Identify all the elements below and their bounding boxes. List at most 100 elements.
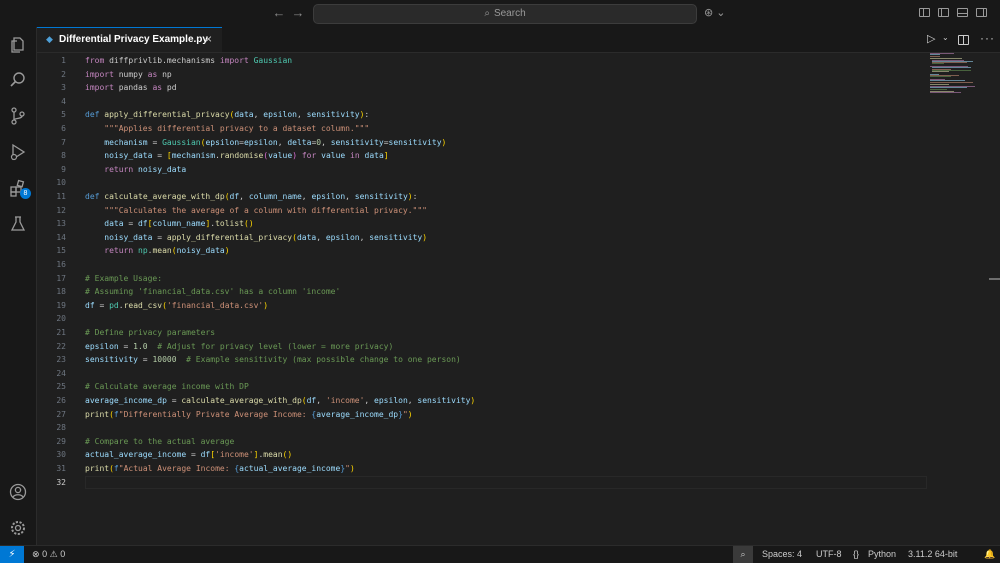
- line-number: 31: [56, 464, 66, 473]
- search-icon[interactable]: [8, 70, 28, 90]
- editor-tab-bar: ◆ Differential Privacy Example.py × ▷ ⌄ …: [37, 27, 1000, 53]
- command-center-search[interactable]: ⌕ Search: [313, 4, 697, 24]
- back-arrow-icon[interactable]: ←: [271, 5, 287, 21]
- line-number: 2: [61, 69, 66, 79]
- line-number: 19: [56, 300, 66, 310]
- code-line-13: data = df[column_name].tolist(): [104, 219, 254, 229]
- line-number: 8: [61, 151, 66, 161]
- toggle-sidebar-icon[interactable]: [938, 8, 949, 17]
- line-number: 28: [56, 423, 66, 433]
- extensions-badge: 8: [20, 188, 31, 199]
- python-file-icon: ◆: [46, 34, 53, 44]
- code-line-14: noisy_data = apply_differential_privacy(…: [104, 232, 428, 242]
- line-number: 18: [56, 287, 66, 297]
- code-line-7: mechanism = Gaussian(epsilon=epsilon, de…: [104, 137, 447, 147]
- code-line-9: return noisy_data: [104, 164, 187, 174]
- code-line-8: noisy_data = [mechanism.randomise(value)…: [104, 151, 389, 161]
- language-braces-icon[interactable]: {}: [853, 549, 859, 559]
- run-python-file-icon[interactable]: ▷: [927, 32, 935, 45]
- minimap-line: [930, 55, 941, 57]
- language-mode[interactable]: Python: [868, 549, 896, 559]
- title-bar: ← → ⌕ Search ⊛ ⌄: [0, 0, 1000, 28]
- tab-differential-privacy-example[interactable]: ◆ Differential Privacy Example.py ×: [37, 27, 222, 52]
- code-line-25: # Calculate average income with DP: [85, 382, 249, 392]
- toggle-secondary-sidebar-icon[interactable]: [976, 8, 987, 17]
- line-number: 12: [56, 205, 66, 215]
- current-line-highlight: [85, 475, 927, 490]
- warning-icon: ⚠: [49, 549, 58, 559]
- line-number: 10: [56, 178, 66, 188]
- code-line-30: actual_average_income = df['income'].mea…: [85, 450, 293, 460]
- code-line-26: average_income_dp = calculate_average_wi…: [85, 396, 476, 405]
- line-number: 26: [56, 396, 66, 405]
- encoding-setting[interactable]: UTF-8: [816, 549, 842, 559]
- line-number: 24: [56, 368, 66, 378]
- code-line-19: df = pd.read_csv('financial_data.csv'): [85, 300, 269, 310]
- line-number: 7: [61, 137, 66, 147]
- forward-arrow-icon[interactable]: →: [290, 5, 306, 21]
- accounts-icon[interactable]: [8, 482, 28, 502]
- line-number: 23: [56, 355, 66, 365]
- chevron-down-icon[interactable]: ⌄: [942, 33, 949, 42]
- activity-bar: 8: [0, 27, 37, 545]
- tab-label: Differential Privacy Example.py: [59, 34, 208, 45]
- minimap-line: [930, 92, 961, 93]
- minimap[interactable]: [930, 53, 990, 93]
- more-actions-icon[interactable]: ···: [980, 31, 995, 45]
- split-editor-icon[interactable]: [958, 35, 969, 45]
- remote-indicator-icon[interactable]: ⚡: [0, 546, 24, 563]
- vscode-window: ← → ⌕ Search ⊛ ⌄ 8 ◆ Differential Privac…: [0, 0, 1000, 563]
- line-number: 4: [61, 96, 66, 106]
- code-line-2: import numpy as np: [85, 69, 172, 79]
- zoom-search-icon[interactable]: ⌕: [733, 546, 753, 563]
- status-bar: ⚡ ⊗ 0 ⚠ 0 ⌕ Spaces: 4 UTF-8 {} Python 3.…: [0, 545, 1000, 563]
- line-number: 30: [56, 450, 66, 460]
- source-control-icon[interactable]: [8, 106, 28, 126]
- code-line-31: print(f"Actual Average Income: {actual_a…: [85, 464, 355, 473]
- code-line-5: def apply_differential_privacy(data, eps…: [85, 110, 370, 120]
- copilot-icon[interactable]: ⊛ ⌄: [704, 6, 726, 19]
- line-number: 29: [56, 436, 66, 446]
- search-icon: ⌕: [484, 8, 490, 19]
- code-line-21: # Define privacy parameters: [85, 328, 216, 337]
- search-placeholder: Search: [493, 8, 526, 19]
- line-number: 25: [56, 382, 66, 392]
- testing-flask-icon[interactable]: [8, 214, 28, 234]
- code-line-11: def calculate_average_with_dp(df, column…: [85, 192, 418, 201]
- line-number: 3: [61, 83, 66, 93]
- code-line-23: sensitivity = 10000 # Example sensitivit…: [85, 355, 461, 365]
- minimap-line: [930, 76, 951, 78]
- toggle-panel-icon[interactable]: [957, 8, 968, 17]
- minimap-line: [932, 71, 949, 73]
- error-count: 0: [42, 549, 48, 559]
- problems-indicator[interactable]: ⊗ 0 ⚠ 0: [32, 549, 65, 560]
- notifications-bell-icon[interactable]: 🔔: [984, 549, 995, 560]
- line-number: 17: [56, 273, 66, 283]
- explorer-icon[interactable]: [8, 35, 28, 55]
- code-line-18: # Assuming 'financial_data.csv' has a co…: [85, 287, 341, 297]
- code-line-3: import pandas as pd: [85, 83, 177, 93]
- settings-gear-icon[interactable]: [8, 518, 28, 538]
- close-icon[interactable]: ×: [205, 32, 212, 46]
- warning-count: 0: [60, 549, 66, 559]
- code-editor[interactable]: 1 2 3 4 5 6 7 8 9 10 11 12 13 14 15 16 17 18 19 20 21 22 23 24 2…: [37, 53, 1000, 545]
- code-line-17: # Example Usage:: [85, 273, 163, 283]
- line-number: 22: [56, 341, 66, 351]
- python-interpreter[interactable]: 3.11.2 64-bit: [908, 549, 957, 559]
- line-number: 5: [61, 110, 66, 120]
- code-line-6: """Applies differential privacy to a dat…: [104, 124, 370, 133]
- line-number: 9: [61, 164, 66, 174]
- indentation-setting[interactable]: Spaces: 4: [762, 549, 802, 559]
- line-number: 11: [56, 192, 66, 201]
- error-icon: ⊗: [32, 549, 40, 559]
- code-line-27: print(f"Differentially Private Average I…: [85, 409, 413, 419]
- toggle-primary-sidebar-icon[interactable]: [919, 8, 930, 17]
- line-number: 13: [56, 219, 66, 229]
- line-number: 1: [61, 56, 66, 65]
- line-number: 32: [56, 477, 66, 487]
- minimap-line: [930, 81, 973, 83]
- code-line-15: return np.mean(noisy_data): [104, 246, 230, 256]
- code-line-22: epsilon = 1.0 # Adjust for privacy level…: [85, 341, 394, 351]
- run-and-debug-icon[interactable]: [8, 142, 28, 162]
- minimap-line: [932, 63, 944, 65]
